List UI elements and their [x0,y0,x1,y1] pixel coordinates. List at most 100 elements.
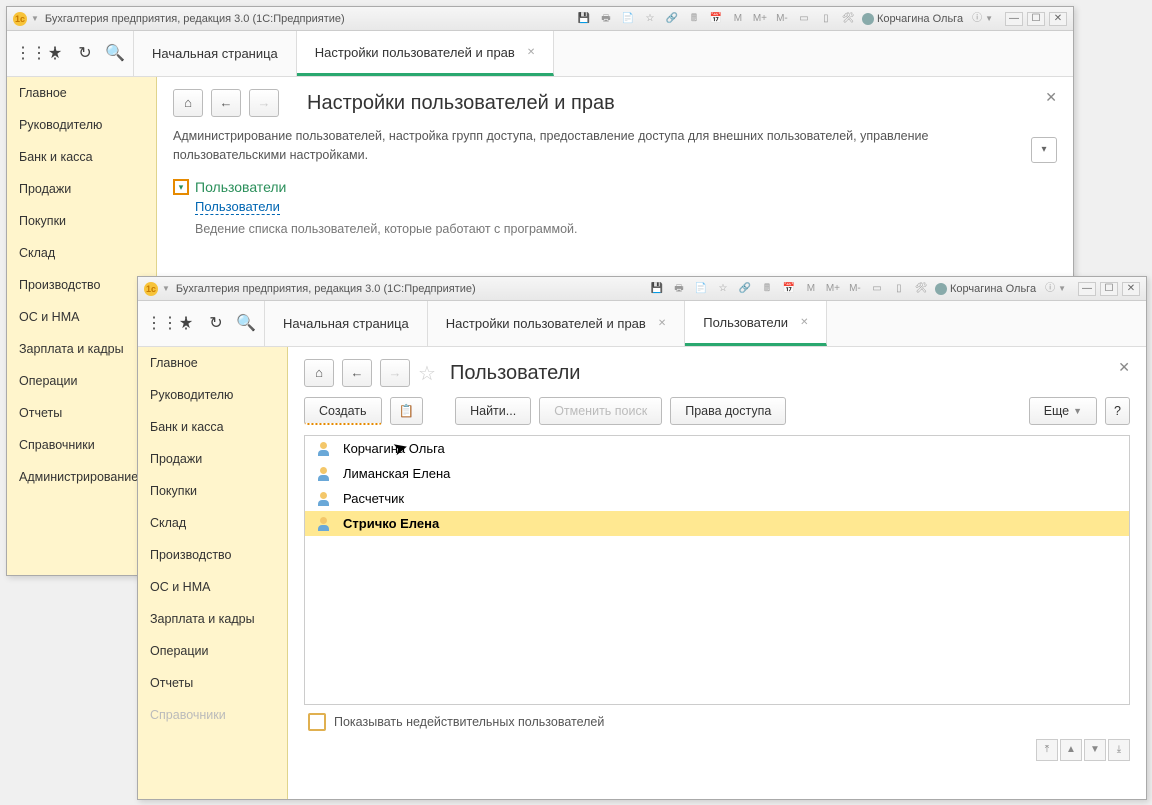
search-icon[interactable]: 🔍 [105,44,125,64]
memory-mplus-icon[interactable]: M+ [752,11,768,27]
current-user[interactable]: Корчагина Ольга [862,13,963,25]
panel2-icon[interactable]: ▯ [818,11,834,27]
print-icon[interactable]: 🖶 [598,11,614,27]
history-icon[interactable]: ↻ [206,314,226,334]
close-button[interactable]: ✕ [1049,12,1067,26]
tool-icon[interactable]: 🛠 [913,281,929,297]
sidebar-item-references[interactable]: Справочники [7,429,156,461]
user-row[interactable]: Лиманская Елена [305,461,1129,486]
sidebar-item-main[interactable]: Главное [138,347,287,379]
minimize-button[interactable]: — [1078,282,1096,296]
sidebar-item-admin[interactable]: Администрирование [7,461,156,493]
copy-button[interactable]: 📋 [390,397,424,425]
star-icon[interactable]: ☆ [642,11,658,27]
home-button[interactable]: ⌂ [304,359,334,387]
sidebar-item-operations[interactable]: Операции [138,635,287,667]
print-icon[interactable]: 🖶 [671,281,687,297]
save-icon[interactable]: 💾 [649,281,665,297]
sidebar-item-assets[interactable]: ОС и НМА [7,301,156,333]
user-row[interactable]: Расчетчик [305,486,1129,511]
sidebar-item-sales[interactable]: Продажи [7,173,156,205]
sidebar-item-main[interactable]: Главное [7,77,156,109]
sidebar-item-warehouse[interactable]: Склад [7,237,156,269]
memory-mminus-icon[interactable]: M- [847,281,863,297]
tab-home[interactable]: Начальная страница [265,301,428,346]
list-up-icon[interactable]: ▲ [1060,739,1082,761]
save-icon[interactable]: 💾 [576,11,592,27]
sidebar-item-salary[interactable]: Зарплата и кадры [7,333,156,365]
info-icon[interactable]: ⓘ [969,11,985,27]
sidebar-item-purchases[interactable]: Покупки [138,475,287,507]
section-toggle-icon[interactable]: ▾ [173,179,189,195]
sidebar-item-bank[interactable]: Банк и касса [138,411,287,443]
sidebar-item-warehouse[interactable]: Склад [138,507,287,539]
doc-icon[interactable]: 📄 [693,281,709,297]
app-menu-dropdown-icon[interactable]: ▼ [162,284,170,293]
panel1-icon[interactable]: ▭ [869,281,885,297]
sidebar-item-operations[interactable]: Операции [7,365,156,397]
memory-m-icon[interactable]: M [730,11,746,27]
sidebar-item-salary[interactable]: Зарплата и кадры [138,603,287,635]
user-row[interactable]: Корчагина Ольга [305,436,1129,461]
list-bottom-icon[interactable]: ⤓ [1108,739,1130,761]
sidebar-item-production[interactable]: Производство [7,269,156,301]
apps-grid-icon[interactable]: ⋮⋮⋮ [15,44,35,64]
apps-grid-icon[interactable]: ⋮⋮⋮ [146,314,166,334]
cancel-search-button[interactable]: Отменить поиск [539,397,662,425]
sidebar-item-production[interactable]: Производство [138,539,287,571]
link-icon[interactable]: 🔗 [737,281,753,297]
sidebar-item-purchases[interactable]: Покупки [7,205,156,237]
sidebar-item-sales[interactable]: Продажи [138,443,287,475]
tab-user-settings[interactable]: Настройки пользователей и прав ✕ [428,301,685,346]
tab-close-icon[interactable]: ✕ [527,47,535,58]
link-icon[interactable]: 🔗 [664,11,680,27]
doc-icon[interactable]: 📄 [620,11,636,27]
help-button[interactable]: ? [1105,397,1130,425]
expand-button[interactable]: ▾ [1031,137,1057,163]
memory-mplus-icon[interactable]: M+ [825,281,841,297]
panel1-icon[interactable]: ▭ [796,11,812,27]
tool-icon[interactable]: 🛠 [840,11,856,27]
list-down-icon[interactable]: ▼ [1084,739,1106,761]
more-button[interactable]: Еще▼ [1029,397,1097,425]
favorite-star-icon[interactable]: ☆ [418,361,436,386]
calc-icon[interactable]: 🖩 [686,11,702,27]
user-row[interactable]: Стричко Елена [305,511,1129,536]
calc-icon[interactable]: 🖩 [759,281,775,297]
maximize-button[interactable]: ☐ [1100,282,1118,296]
minimize-button[interactable]: — [1005,12,1023,26]
home-button[interactable]: ⌂ [173,89,203,117]
star-icon[interactable]: ☆ [715,281,731,297]
tab-home[interactable]: Начальная страница [134,31,297,76]
find-button[interactable]: Найти... [455,397,531,425]
close-button[interactable]: ✕ [1122,282,1140,296]
panel2-icon[interactable]: ▯ [891,281,907,297]
sidebar-item-assets[interactable]: ОС и НМА [138,571,287,603]
show-invalid-checkbox[interactable] [308,713,326,731]
tab-close-icon[interactable]: ✕ [658,318,666,329]
favorites-icon[interactable]: ★ [176,314,196,334]
tab-users[interactable]: Пользователи ✕ [685,301,827,346]
app-menu-dropdown-icon[interactable]: ▼ [31,14,39,23]
current-user[interactable]: Корчагина Ольга [935,283,1036,295]
sidebar-item-manager[interactable]: Руководителю [138,379,287,411]
user-list[interactable]: Корчагина Ольга Лиманская Елена Расчетчи… [304,435,1130,705]
forward-button[interactable]: → [249,89,279,117]
back-button[interactable]: ← [342,359,372,387]
history-icon[interactable]: ↻ [75,44,95,64]
memory-m-icon[interactable]: M [803,281,819,297]
sidebar-item-bank[interactable]: Банк и касса [7,141,156,173]
maximize-button[interactable]: ☐ [1027,12,1045,26]
create-button[interactable]: Создать [304,397,382,425]
search-icon[interactable]: 🔍 [236,314,256,334]
sidebar-item-manager[interactable]: Руководителю [7,109,156,141]
list-top-icon[interactable]: ⤒ [1036,739,1058,761]
tab-close-icon[interactable]: ✕ [800,317,808,328]
sidebar-item-reports[interactable]: Отчеты [138,667,287,699]
back-button[interactable]: ← [211,89,241,117]
access-rights-button[interactable]: Права доступа [670,397,786,425]
tab-user-settings[interactable]: Настройки пользователей и прав ✕ [297,31,554,76]
info-icon[interactable]: ⓘ [1042,281,1058,297]
sidebar-item-reports[interactable]: Отчеты [7,397,156,429]
sidebar-item-references[interactable]: Справочники [138,699,287,731]
